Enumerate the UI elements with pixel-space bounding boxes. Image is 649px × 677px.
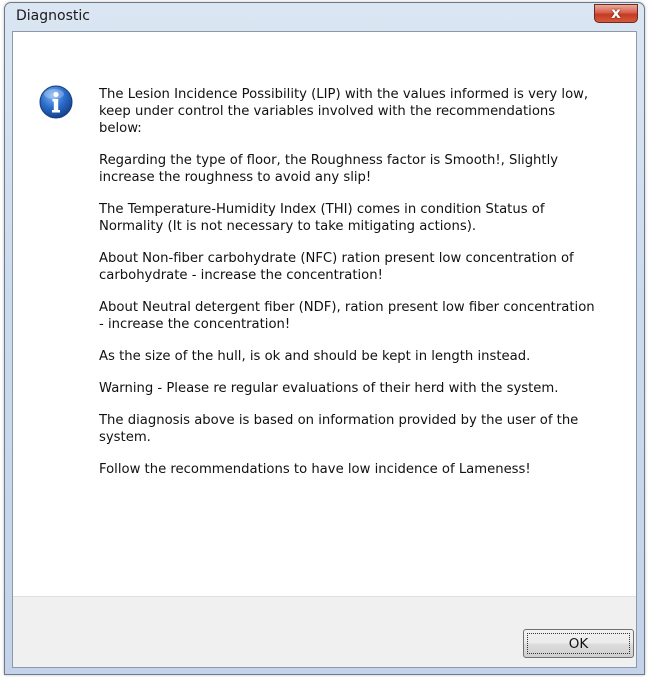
info-icon (39, 85, 73, 119)
window-title: Diagnostic (16, 8, 90, 24)
message-paragraph: The Temperature-Humidity Index (THI) com… (99, 202, 545, 234)
dialog-window: Diagnostic x The Lesion Incidence Possib… (4, 2, 645, 675)
message-paragraph: Regarding the type of floor, the Roughne… (99, 153, 559, 185)
button-bar: OK (13, 596, 636, 667)
message-paragraph: The diagnosis above is based on informat… (99, 413, 579, 445)
message-paragraph: Follow the recommendations to have low i… (99, 462, 531, 477)
dialog-client-area: The Lesion Incidence Possibility (LIP) w… (12, 31, 637, 668)
message-paragraph: About Non-fiber carbohydrate (NFC) ratio… (99, 251, 574, 283)
close-icon: x (611, 4, 621, 22)
message-area: The Lesion Incidence Possibility (LIP) w… (13, 32, 636, 596)
title-bar[interactable]: Diagnostic x (5, 3, 644, 31)
message-paragraph: As the size of the hull, is ok and shoul… (99, 349, 531, 364)
message-paragraph: The Lesion Incidence Possibility (LIP) w… (99, 87, 589, 136)
close-button[interactable]: x (594, 4, 638, 23)
diagnostic-message: The Lesion Incidence Possibility (LIP) w… (99, 86, 599, 493)
message-paragraph: Warning - Please re regular evaluations … (99, 381, 559, 396)
ok-button[interactable]: OK (523, 629, 634, 658)
message-paragraph: About Neutral detergent fiber (NDF), rat… (99, 300, 595, 332)
